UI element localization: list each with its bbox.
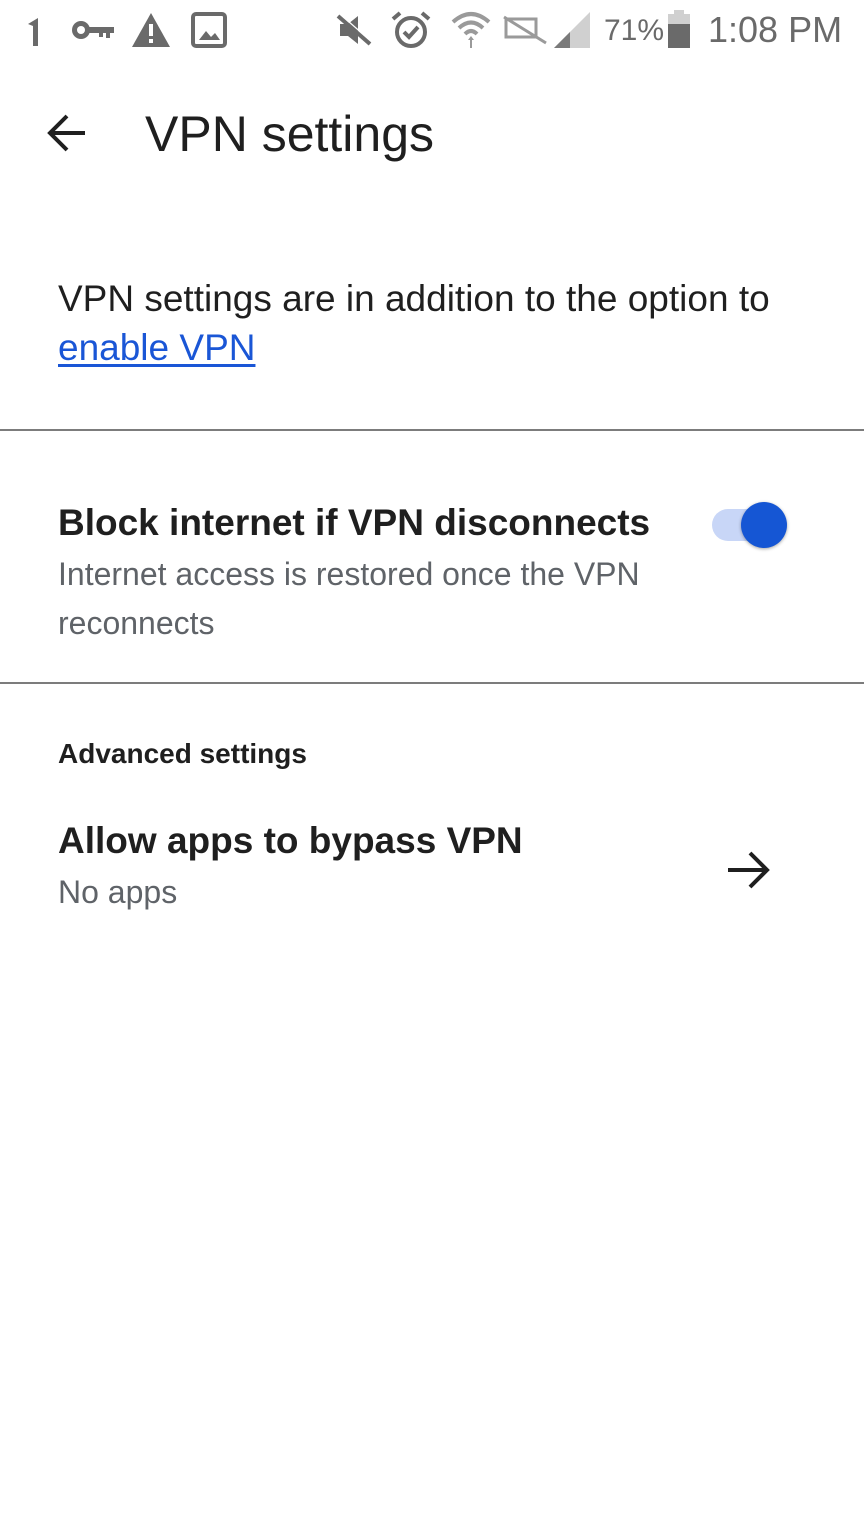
no-data-icon: [502, 10, 548, 50]
divider: [0, 429, 864, 431]
warning-icon: [130, 10, 172, 50]
back-arrow-icon: [47, 114, 85, 152]
app-bar: VPN settings: [0, 80, 864, 190]
page-title: VPN settings: [145, 106, 435, 162]
enable-vpn-link[interactable]: enable VPN: [58, 327, 255, 368]
status-bar: 71% 1:08 PM: [0, 0, 864, 60]
battery-icon: [664, 10, 694, 50]
block-internet-setting[interactable]: Block internet if VPN disconnects Intern…: [0, 432, 864, 682]
cell-signal-icon: [552, 10, 592, 50]
key-icon: [70, 10, 116, 50]
block-internet-summary: Internet access is restored once the VPN…: [58, 556, 640, 641]
back-button[interactable]: [30, 96, 104, 170]
advanced-settings-header: Advanced settings: [58, 738, 307, 769]
divider: [0, 682, 864, 684]
bypass-title: Allow apps to bypass VPN: [58, 820, 523, 861]
block-internet-title: Block internet if VPN disconnects: [58, 502, 651, 543]
vibrate-off-icon: [334, 10, 374, 50]
clock: 1:08 PM: [708, 9, 843, 50]
intro-text: VPN settings are in addition to the opti…: [58, 274, 818, 372]
alarm-icon: [390, 10, 432, 50]
wifi-icon: [450, 10, 492, 50]
battery-percent: 71%: [604, 14, 665, 47]
signal-bars-icon: [22, 10, 48, 50]
intro-label: VPN settings are in addition to the opti…: [58, 278, 770, 319]
image-icon: [190, 10, 228, 50]
block-internet-toggle[interactable]: [741, 502, 787, 548]
allow-apps-bypass-vpn-item[interactable]: Allow apps to bypass VPN No apps: [0, 800, 864, 940]
bypass-summary: No apps: [58, 874, 178, 910]
forward-arrow-icon: [728, 851, 770, 889]
